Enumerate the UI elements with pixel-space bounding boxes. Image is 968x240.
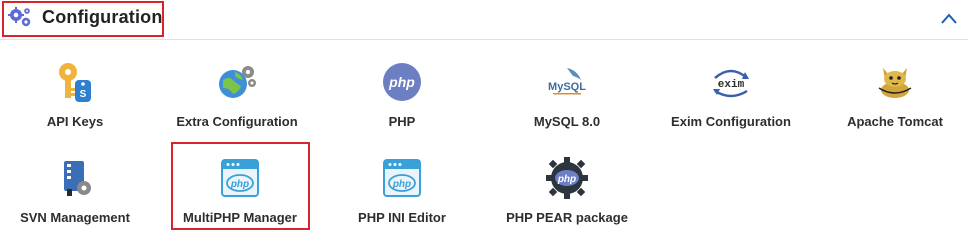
mysql-link[interactable]: MySQL MySQL 8.0 [492, 52, 642, 138]
svg-text:exim: exim [718, 79, 745, 91]
chevron-up-icon[interactable] [938, 10, 960, 28]
section-header: Configuration [0, 0, 968, 40]
exim-configuration-link[interactable]: exim Exim Configuration [656, 52, 806, 138]
apache-tomcat-link[interactable]: Apache Tomcat [820, 52, 968, 138]
svg-text:S: S [80, 89, 87, 100]
php-icon: php [383, 63, 421, 101]
php-label: PHP [388, 114, 416, 129]
extra-configuration-link[interactable]: Extra Configuration [162, 52, 312, 138]
api-keys-icon: S [59, 63, 91, 102]
section-title: Configuration [42, 7, 163, 27]
multiphp-manager-label: MultiPHP Manager [183, 210, 297, 225]
svg-text:MySQL: MySQL [548, 81, 586, 93]
php-ini-editor-link[interactable]: php PHP INI Editor [327, 148, 477, 234]
svg-text:php: php [392, 179, 411, 190]
multiphp-manager-link[interactable]: php MultiPHP Manager [165, 148, 315, 234]
php-ini-editor-label: PHP INI Editor [358, 210, 446, 225]
php-pear-package-link[interactable]: php PHP PEAR package [492, 148, 642, 234]
exim-icon: exim [713, 69, 749, 98]
svn-icon [64, 161, 91, 196]
mysql-icon: MySQL [548, 68, 586, 95]
multiphp-icon: php [221, 159, 259, 197]
php-pear-package-label: PHP PEAR package [506, 210, 628, 225]
configuration-panel: Configuration S API Keys Extra Configura… [0, 0, 968, 239]
svn-management-label: SVN Management [20, 210, 130, 225]
php-ini-icon: php [383, 159, 421, 197]
extra-configuration-label: Extra Configuration [176, 114, 298, 129]
api-keys-label: API Keys [46, 114, 104, 129]
svg-text:php: php [388, 74, 415, 90]
exim-configuration-label: Exim Configuration [671, 114, 791, 129]
api-keys-link[interactable]: S API Keys [0, 52, 150, 138]
svg-text:php: php [230, 179, 249, 190]
svg-text:php: php [557, 174, 576, 185]
php-link[interactable]: php PHP [327, 52, 477, 138]
extra-configuration-icon [219, 66, 256, 98]
php-pear-icon: php [546, 157, 588, 199]
tomcat-icon [878, 68, 912, 98]
apache-tomcat-label: Apache Tomcat [847, 114, 943, 129]
gears-icon [8, 7, 31, 27]
svn-management-link[interactable]: SVN Management [0, 148, 150, 234]
mysql-label: MySQL 8.0 [533, 114, 601, 129]
